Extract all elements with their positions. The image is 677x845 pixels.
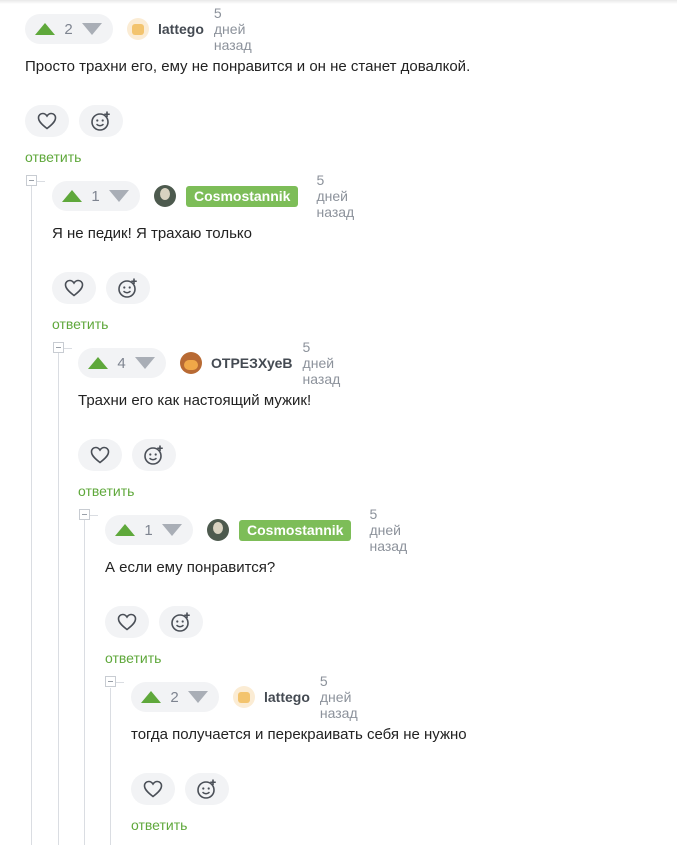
thread-line-1	[31, 186, 32, 845]
vote-control: 2	[25, 14, 113, 44]
comment-text: А если ему понравится?	[105, 559, 276, 576]
username[interactable]: Cosmostannik	[239, 519, 352, 541]
heart-icon	[90, 446, 110, 464]
comment-time[interactable]: 5 дней назад	[320, 673, 358, 721]
triangle-down-icon[interactable]	[82, 23, 102, 35]
heart-icon	[64, 279, 84, 297]
username[interactable]: lattego	[158, 21, 204, 37]
comment-time[interactable]: 5 дней назад	[214, 5, 252, 53]
thread-line-3	[84, 520, 85, 845]
react-button[interactable]	[185, 773, 229, 805]
comment-actions	[25, 105, 133, 137]
smiley-plus-icon	[118, 278, 137, 298]
comment-header: 4 ОТРЕЗХуеВ 5 дней назад	[78, 339, 340, 387]
avatar[interactable]	[127, 18, 149, 40]
collapse-thread-button[interactable]	[105, 676, 116, 687]
avatar[interactable]	[207, 519, 229, 541]
vote-score: 1	[144, 521, 153, 539]
triangle-up-icon[interactable]	[141, 691, 161, 703]
comment-actions	[78, 439, 186, 471]
reply-link[interactable]: ответить	[131, 817, 187, 833]
comment-text: тогда получается и перекраивать себя не …	[131, 726, 467, 743]
username[interactable]: lattego	[264, 689, 310, 705]
triangle-down-icon[interactable]	[135, 357, 155, 369]
comment-header: 1 Cosmostannik 5 дней назад	[105, 506, 407, 554]
avatar[interactable]	[180, 352, 202, 374]
triangle-up-icon[interactable]	[62, 190, 82, 202]
reply-link[interactable]: ответить	[105, 650, 161, 666]
like-button[interactable]	[25, 105, 69, 137]
top-edge-shadow	[0, 0, 677, 4]
username[interactable]: ОТРЕЗХуеВ	[211, 355, 293, 371]
username[interactable]: Cosmostannik	[186, 185, 299, 207]
triangle-down-icon[interactable]	[188, 691, 208, 703]
like-button[interactable]	[52, 272, 96, 304]
smiley-plus-icon	[144, 445, 163, 465]
comment-actions	[131, 773, 239, 805]
vote-control: 2	[131, 682, 219, 712]
comment-time[interactable]: 5 дней назад	[316, 172, 354, 220]
avatar[interactable]	[233, 686, 255, 708]
heart-icon	[117, 613, 137, 631]
react-button[interactable]	[159, 606, 203, 638]
smiley-plus-icon	[171, 612, 190, 632]
comment-actions	[52, 272, 160, 304]
vote-score: 2	[64, 20, 73, 38]
comment-text: Просто трахни его, ему не понравится и о…	[25, 58, 471, 75]
comment-actions	[105, 606, 213, 638]
triangle-up-icon[interactable]	[35, 23, 55, 35]
collapse-thread-button[interactable]	[79, 509, 90, 520]
comment-time[interactable]: 5 дней назад	[303, 339, 341, 387]
vote-control: 1	[105, 515, 193, 545]
thread-line-2	[58, 353, 59, 845]
triangle-down-icon[interactable]	[109, 190, 129, 202]
like-button[interactable]	[78, 439, 122, 471]
comment-text: Я не педик! Я трахаю только	[52, 225, 252, 242]
vote-score: 4	[117, 354, 126, 372]
heart-icon	[37, 112, 57, 130]
comment-header: 2 lattego 5 дней назад	[131, 673, 358, 721]
vote-score: 1	[91, 187, 100, 205]
reply-link[interactable]: ответить	[78, 483, 134, 499]
vote-control: 4	[78, 348, 166, 378]
smiley-plus-icon	[197, 779, 216, 799]
comment-time[interactable]: 5 дней назад	[369, 506, 407, 554]
react-button[interactable]	[79, 105, 123, 137]
comment-text: Трахни его как настоящий мужик!	[78, 392, 312, 409]
triangle-up-icon[interactable]	[88, 357, 108, 369]
smiley-plus-icon	[91, 111, 110, 131]
comment-header: 1 Cosmostannik 5 дней назад	[52, 172, 354, 220]
like-button[interactable]	[131, 773, 175, 805]
comment-header: 2 lattego 5 дней назад	[25, 5, 252, 53]
react-button[interactable]	[106, 272, 150, 304]
triangle-up-icon[interactable]	[115, 524, 135, 536]
heart-icon	[143, 780, 163, 798]
react-button[interactable]	[132, 439, 176, 471]
vote-score: 2	[170, 688, 179, 706]
vote-control: 1	[52, 181, 140, 211]
avatar[interactable]	[154, 185, 176, 207]
thread-line-4	[110, 688, 111, 845]
reply-link[interactable]: ответить	[52, 316, 108, 332]
collapse-thread-button[interactable]	[26, 175, 37, 186]
like-button[interactable]	[105, 606, 149, 638]
triangle-down-icon[interactable]	[162, 524, 182, 536]
collapse-thread-button[interactable]	[53, 342, 64, 353]
reply-link[interactable]: ответить	[25, 149, 81, 165]
